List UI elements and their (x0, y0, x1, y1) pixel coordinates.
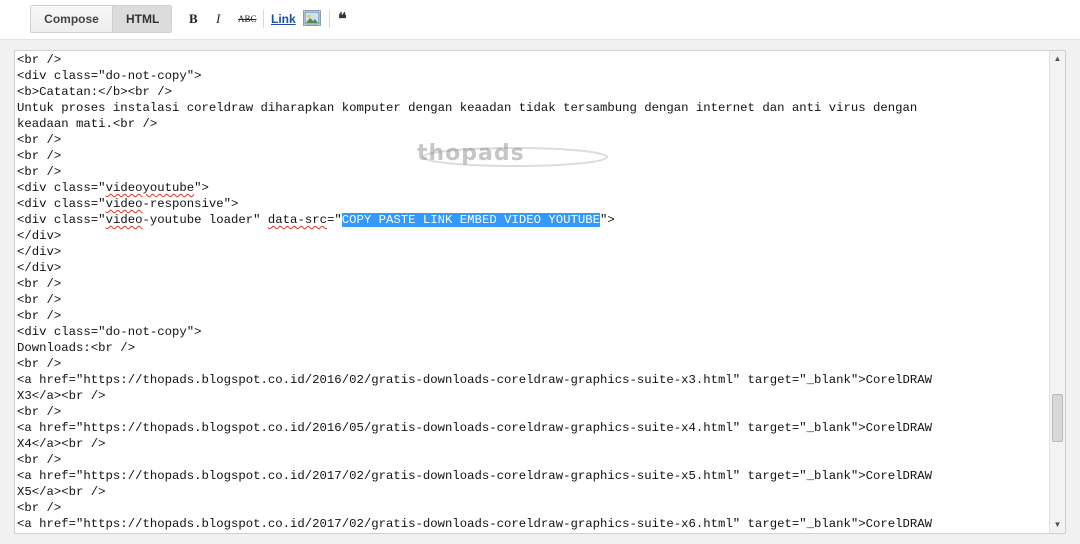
mode-switcher: Compose HTML (30, 5, 172, 33)
editor-toolbar: Compose HTML B I ABC Link ❝ (0, 0, 1080, 40)
code-line[interactable]: <br /> (17, 52, 1047, 68)
html-editor[interactable]: <br /> <div class="do-not-copy"> <b>Catata… (14, 50, 1066, 534)
code-line[interactable]: X5</a><br /> (17, 484, 1047, 500)
selected-text[interactable]: COPY PASTE LINK EMBED VIDEO YOUTUBE (341, 213, 601, 227)
code-line[interactable]: X4</a><br /> (17, 436, 1047, 452)
vertical-scrollbar[interactable]: ▲ ▼ (1049, 51, 1065, 533)
code-line[interactable]: <div class="video-responsive"> (17, 196, 1047, 212)
html-button[interactable]: HTML (113, 6, 171, 32)
code-line[interactable]: <div class="do-not-copy"> (17, 68, 1047, 84)
code-line[interactable]: <br /> (17, 148, 1047, 164)
code-line[interactable]: <b>Catatan:</b><br /> (17, 84, 1047, 100)
html-source-text[interactable]: <br /> <div class="do-not-copy"> <b>Catata… (17, 52, 1047, 532)
spellcheck-word[interactable]: video (106, 213, 143, 227)
code-line[interactable]: <a href="https://thopads.blogspot.co.id/… (17, 516, 1047, 532)
scrollbar-thumb[interactable] (1052, 394, 1063, 442)
code-line[interactable]: <br /> (17, 452, 1047, 468)
code-line[interactable]: <a href="https://thopads.blogspot.co.id/… (17, 468, 1047, 484)
quote-icon[interactable]: ❝ (338, 10, 347, 28)
strikethrough-button[interactable]: ABC (238, 10, 257, 28)
bold-button[interactable]: B (189, 10, 198, 28)
code-line[interactable]: <br /> (17, 132, 1047, 148)
code-line[interactable]: X3</a><br /> (17, 388, 1047, 404)
code-line[interactable]: <br /> (17, 500, 1047, 516)
toolbar-divider (329, 10, 330, 28)
code-line[interactable]: <a href="https://thopads.blogspot.co.id/… (17, 420, 1047, 436)
code-line[interactable]: </div> (17, 260, 1047, 276)
spellcheck-word[interactable]: video (106, 197, 143, 211)
image-icon-graphic (304, 11, 320, 25)
code-line[interactable]: <br /> (17, 164, 1047, 180)
compose-button[interactable]: Compose (31, 6, 113, 32)
code-line[interactable]: <br /> (17, 356, 1047, 372)
code-line[interactable]: Downloads:<br /> (17, 340, 1047, 356)
code-line[interactable]: <br /> (17, 276, 1047, 292)
code-line[interactable]: </div> (17, 228, 1047, 244)
code-line[interactable]: <div class="videoyoutube"> (17, 180, 1047, 196)
code-line[interactable]: keadaan mati.<br /> (17, 116, 1047, 132)
code-line[interactable]: <br /> (17, 404, 1047, 420)
spellcheck-word[interactable]: data-src (268, 213, 327, 227)
image-icon[interactable] (303, 10, 321, 26)
scroll-up-icon[interactable]: ▲ (1050, 51, 1065, 67)
code-line[interactable]: <br /> (17, 292, 1047, 308)
code-line[interactable]: Untuk proses instalasi coreldraw diharap… (17, 100, 1047, 116)
italic-button[interactable]: I (216, 10, 220, 28)
code-line[interactable]: <div class="video-youtube loader" data-s… (17, 212, 1047, 228)
code-line[interactable]: </div> (17, 244, 1047, 260)
toolbar-divider (263, 10, 264, 28)
scroll-down-icon[interactable]: ▼ (1050, 517, 1065, 533)
code-line[interactable]: <a href="https://thopads.blogspot.co.id/… (17, 372, 1047, 388)
code-line[interactable]: <br /> (17, 308, 1047, 324)
link-button[interactable]: Link (271, 10, 296, 28)
code-line[interactable]: <div class="do-not-copy"> (17, 324, 1047, 340)
spellcheck-word[interactable]: videoyoutube (106, 181, 195, 195)
